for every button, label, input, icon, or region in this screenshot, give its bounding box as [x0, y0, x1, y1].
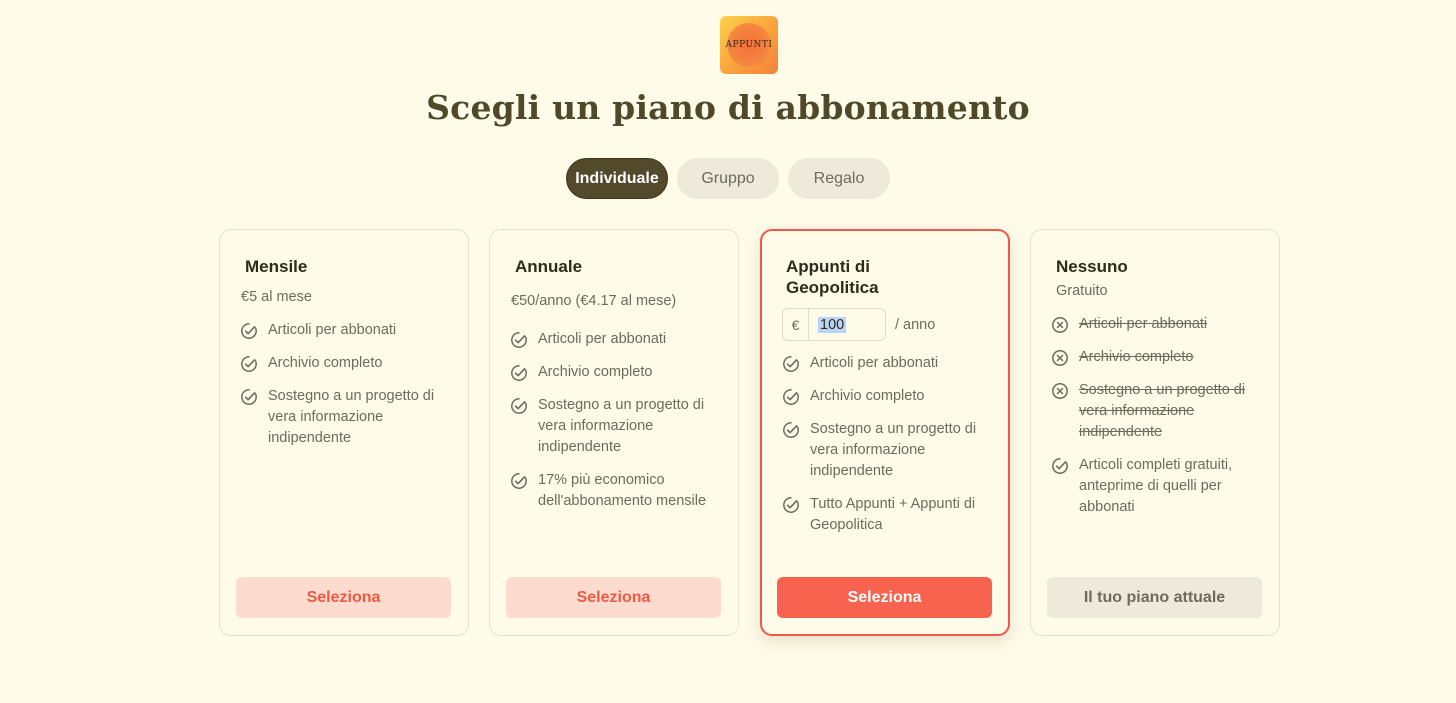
feature-item: Articoli completi gratuiti, anteprime di… [1051, 455, 1266, 518]
amount-unit: / anno [895, 316, 936, 333]
x-circle-icon [1051, 316, 1069, 334]
plan-price: €50/anno (€4.17 al mese) [511, 293, 677, 309]
feature-item: Sostegno a un progetto di vera informazi… [782, 419, 997, 482]
plan-title: Appunti di Geopolitica [786, 257, 879, 297]
check-icon [510, 472, 528, 490]
plan-type-tabs: Individuale Gruppo Regalo [0, 158, 1456, 199]
x-circle-icon [1051, 349, 1069, 367]
feature-item: Archivio completo [510, 362, 725, 383]
plan-title: Mensile [245, 257, 308, 276]
amount-field-group: € 100 / anno [782, 308, 935, 341]
logo-text: APPUNTI [725, 40, 773, 50]
select-mensile-button[interactable]: Seleziona [236, 577, 451, 618]
feature-item: Articoli per abbonati [240, 320, 455, 341]
plan-card-nessuno[interactable]: Nessuno Gratuito Articoli per abbonati A… [1030, 229, 1280, 636]
currency-symbol: € [783, 309, 809, 340]
plan-title: Nessuno [1056, 257, 1128, 276]
check-icon [240, 388, 258, 406]
feature-item: 17% più economico dell'abbonamento mensi… [510, 470, 725, 512]
tab-individuale[interactable]: Individuale [566, 158, 668, 199]
feature-list: Articoli per abbonati Archivio completo … [510, 329, 725, 524]
feature-list: Articoli per abbonati Archivio completo … [782, 353, 997, 548]
feature-item: Articoli per abbonati [510, 329, 725, 350]
check-icon [782, 355, 800, 373]
select-geopolitica-button[interactable]: Seleziona [777, 577, 992, 618]
x-circle-icon [1051, 382, 1069, 400]
plan-card-geopolitica[interactable]: Appunti di Geopolitica € 100 / anno Arti… [760, 229, 1010, 636]
select-annuale-button[interactable]: Seleziona [506, 577, 721, 618]
feature-list: Articoli per abbonati Archivio completo … [240, 320, 455, 461]
feature-item: Articoli per abbonati [782, 353, 997, 374]
feature-item: Archivio completo [782, 386, 997, 407]
feature-item: Sostegno a un progetto di vera informazi… [1051, 380, 1266, 443]
feature-list: Articoli per abbonati Archivio completo … [1051, 314, 1266, 530]
feature-item: Archivio completo [240, 353, 455, 374]
check-icon [782, 421, 800, 439]
check-icon [240, 355, 258, 373]
feature-item: Tutto Appunti + Appunti di Geopolitica [782, 494, 997, 536]
plan-title: Annuale [515, 257, 583, 276]
feature-item: Sostegno a un progetto di vera informazi… [240, 386, 455, 449]
tab-gruppo[interactable]: Gruppo [677, 158, 779, 199]
feature-item: Sostegno a un progetto di vera informazi… [510, 395, 725, 458]
check-icon [1051, 457, 1069, 475]
logo-disc: APPUNTI [725, 23, 773, 67]
plan-price: Gratuito [1056, 283, 1108, 299]
amount-input[interactable]: € 100 [782, 308, 886, 341]
check-icon [510, 331, 528, 349]
plan-card-mensile[interactable]: Mensile €5 al mese Articoli per abbonati… [219, 229, 469, 636]
amount-value[interactable]: 100 [818, 316, 847, 333]
check-icon [240, 322, 258, 340]
current-plan-button[interactable]: Il tuo piano attuale [1047, 577, 1262, 618]
check-icon [782, 388, 800, 406]
plan-card-annuale[interactable]: Annuale €50/anno (€4.17 al mese) Articol… [489, 229, 739, 636]
check-icon [510, 364, 528, 382]
feature-item: Articoli per abbonati [1051, 314, 1266, 335]
appunti-logo: APPUNTI [720, 16, 778, 74]
check-icon [782, 496, 800, 514]
feature-item: Archivio completo [1051, 347, 1266, 368]
plan-price: €5 al mese [241, 289, 312, 305]
check-icon [510, 397, 528, 415]
page-title: Scegli un piano di abbonamento [426, 88, 1030, 127]
tab-regalo[interactable]: Regalo [788, 158, 890, 199]
